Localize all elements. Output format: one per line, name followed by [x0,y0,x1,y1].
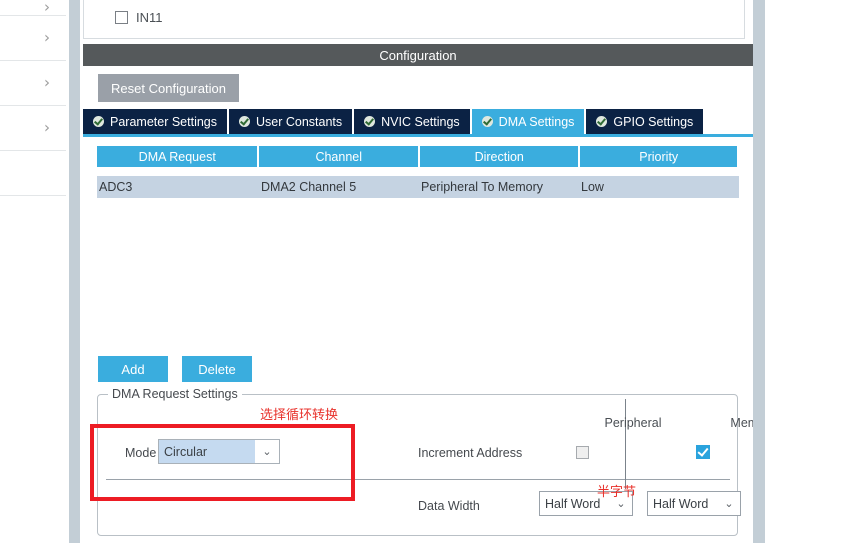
tab-parameter-settings[interactable]: Parameter Settings [83,109,227,134]
check-circle-icon [93,116,104,127]
tab-gpio-settings[interactable]: GPIO Settings [586,109,704,134]
right-gutter [753,0,765,543]
cell-direction: Peripheral To Memory [421,180,544,194]
active-tab-underline [83,134,753,137]
column-header-priority[interactable]: Priority [580,146,737,167]
column-header-peripheral: Peripheral [604,416,662,430]
check-circle-icon [364,116,376,127]
table-header-row: DMA Request Channel Direction Priority [97,146,739,167]
vertical-divider [625,399,626,489]
fieldset-legend: DMA Request Settings [108,387,242,401]
analog-input-panel: IN11 [83,0,745,39]
delete-button-label: Delete [198,361,236,377]
chevron-right-icon: › [44,73,50,92]
table-actions: Add Delete [98,356,252,382]
dma-request-table: DMA Request Channel Direction Priority A… [97,146,739,198]
chevron-right-icon: › [44,0,50,16]
tab-label: DMA Settings [498,114,575,129]
column-header-channel[interactable]: Channel [259,146,418,167]
checkbox-row-in11[interactable]: IN11 [115,10,163,25]
data-width-memory-select[interactable]: Half Word ⌄ [647,491,741,516]
sidebar-item-1[interactable]: › [0,16,66,61]
chevron-down-icon[interactable]: ⌄ [718,497,740,510]
left-gutter [66,0,83,543]
data-width-label: Data Width [418,499,480,513]
add-button[interactable]: Add [98,356,168,382]
annotation-box-mode [90,424,355,501]
table-row[interactable]: ADC3 DMA2 Channel 5 Peripheral To Memory… [97,176,739,198]
column-header-dma-request[interactable]: DMA Request [97,146,258,167]
annotation-half-byte: 半字节 [597,485,637,500]
tab-label: GPIO Settings [613,114,694,129]
check-circle-icon [596,116,608,127]
data-width-memory-value: Half Word [653,496,709,511]
right-blank-area [765,0,844,543]
tab-user-constants[interactable]: User Constants [229,109,353,134]
increment-address-memory-checkbox[interactable] [696,445,710,459]
annotation-select-circular: 选择循环转换 [260,408,339,423]
column-header-direction[interactable]: Direction [419,146,579,167]
app-screenshot: › › › › IN11 Configuration Reset Configu… [0,0,844,543]
reset-configuration-button[interactable]: Reset Configuration [98,74,239,102]
tab-nvic-settings[interactable]: NVIC Settings [354,109,470,134]
increment-address-label: Increment Address [418,446,523,460]
cell-priority: Low [581,180,604,194]
sidebar-item-4[interactable] [0,151,66,196]
left-accordion-panel: › › › › [0,0,67,543]
check-circle-icon [481,116,493,127]
configuration-header: Configuration [83,44,753,66]
tab-label: User Constants [256,114,343,129]
tab-label: NVIC Settings [381,114,460,129]
sidebar-item-3[interactable]: › [0,106,66,151]
check-circle-icon [239,116,250,127]
settings-tabs: Parameter Settings User Constants NVIC S… [83,109,753,134]
reset-configuration-label: Reset Configuration [111,80,226,96]
in11-label: IN11 [136,10,163,25]
tab-label: Parameter Settings [110,114,217,129]
increment-address-peripheral-checkbox[interactable] [576,446,589,459]
delete-button[interactable]: Delete [182,356,252,382]
vertical-scrollbar[interactable] [69,0,80,543]
sidebar-item-0[interactable]: › [0,0,66,16]
chevron-right-icon: › [44,118,50,137]
in11-checkbox[interactable] [115,11,128,24]
sidebar-item-2[interactable]: › [0,61,66,106]
configuration-title: Configuration [379,47,457,63]
add-button-label: Add [121,361,145,377]
cell-channel: DMA2 Channel 5 [261,180,357,194]
cell-dma-request: ADC3 [99,180,133,194]
chevron-right-icon: › [44,28,50,47]
tab-dma-settings[interactable]: DMA Settings [471,109,585,134]
